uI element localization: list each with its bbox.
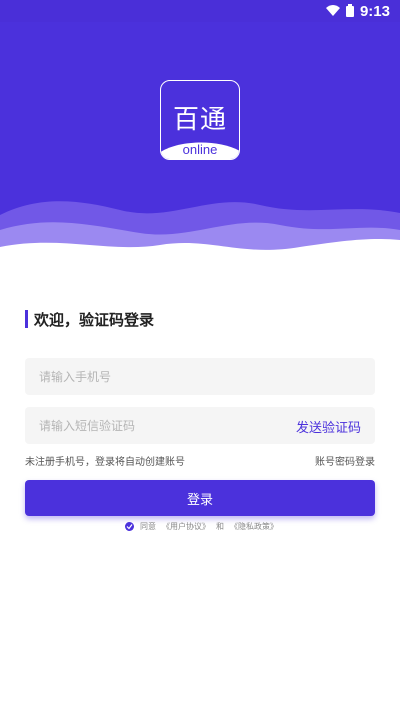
register-hint: 未注册手机号，登录将自动创建账号	[25, 457, 185, 468]
password-login-link[interactable]: 账号密码登录	[315, 453, 375, 468]
welcome-heading: 欢迎，验证码登录	[25, 309, 154, 329]
battery-icon	[345, 2, 354, 21]
check-icon	[126, 524, 133, 530]
logo-subtitle: online	[182, 142, 218, 157]
wave-decoration	[0, 201, 400, 265]
heading-accent-bar	[25, 310, 28, 328]
status-time: 9:13	[359, 3, 390, 20]
app-logo: 百通 online	[160, 80, 240, 160]
code-field: 发送验证码	[25, 407, 375, 444]
user-agreement-link[interactable]: 《用户协议》	[162, 521, 210, 532]
agree-text: 同意	[140, 522, 156, 531]
and-text: 和	[216, 522, 224, 531]
phone-field	[25, 358, 375, 395]
logo-title: 百通	[172, 105, 227, 135]
header-banner: 百通 online	[0, 0, 400, 265]
login-button[interactable]: 登录	[25, 480, 375, 516]
privacy-policy-link[interactable]: 《隐私政策》	[230, 521, 278, 532]
welcome-title: 欢迎，验证码登录	[34, 310, 155, 329]
wifi-icon	[325, 2, 340, 21]
agree-checkbox[interactable]	[125, 522, 134, 531]
send-code-button[interactable]: 发送验证码	[296, 417, 361, 436]
status-bar: 9:13	[0, 0, 400, 22]
agreement-row: 同意 《用户协议》 和 《隐私政策》	[125, 521, 278, 532]
phone-input[interactable]	[25, 358, 375, 395]
